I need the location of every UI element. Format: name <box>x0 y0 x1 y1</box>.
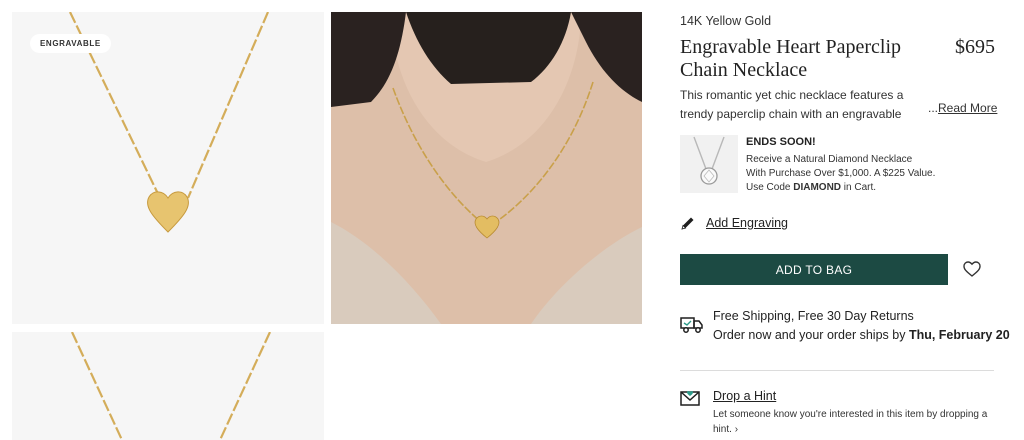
delivery-truck-icon <box>680 317 703 333</box>
product-image-main[interactable]: ENGRAVABLE <box>12 12 324 324</box>
product-price: $695 <box>955 36 995 58</box>
add-to-bag-button[interactable]: ADD TO BAG <box>680 254 948 285</box>
product-image-detail[interactable] <box>12 332 324 440</box>
shipping-returns-text: Free Shipping, Free 30 Day Returns <box>713 309 914 323</box>
ship-date-text: Order now and your order ships by Thu, F… <box>713 328 1010 342</box>
add-engraving-link[interactable]: Add Engraving <box>706 216 788 230</box>
model-photo <box>331 12 642 324</box>
add-engraving-row[interactable]: Add Engraving <box>680 214 788 232</box>
section-divider <box>680 370 994 371</box>
envelope-heart-icon <box>680 391 700 406</box>
chevron-right-icon[interactable]: › <box>735 424 738 435</box>
promo-diamond-necklace-image <box>680 135 738 193</box>
drop-a-hint-link[interactable]: Drop a Hint <box>713 389 776 403</box>
product-image-model[interactable] <box>331 12 642 324</box>
description-fade <box>902 105 928 124</box>
product-title: Engravable Heart Paperclip Chain Necklac… <box>680 36 902 81</box>
promo-title: ENDS SOON! <box>746 136 816 148</box>
drop-a-hint-description: Let someone know you're interested in th… <box>713 409 988 435</box>
product-info-panel: 14K Yellow Gold Engravable Heart Papercl… <box>680 0 1010 440</box>
metal-type: 14K Yellow Gold <box>680 14 772 28</box>
chain-detail-illustration <box>71 332 271 440</box>
promo-line-1: Receive a Natural Diamond Necklace <box>746 154 913 165</box>
ship-date: Thu, February 20 <box>908 328 1010 342</box>
pencil-icon <box>681 217 694 230</box>
engravable-badge: ENGRAVABLE <box>30 34 111 53</box>
heart-outline-icon[interactable] <box>962 259 982 279</box>
product-description: This romantic yet chic necklace features… <box>680 88 904 121</box>
promo-line-2: With Purchase Over $1,000. A $225 Value. <box>746 168 936 179</box>
promo-text: Receive a Natural Diamond Necklace With … <box>746 153 961 195</box>
necklace-illustration <box>69 12 270 233</box>
diamond-necklace-icon <box>693 136 725 185</box>
promo-line-3: Use Code DIAMOND in Cart. <box>746 182 877 193</box>
read-more-link[interactable]: ...Read More <box>928 101 997 115</box>
promo-code: DIAMOND <box>793 182 842 193</box>
